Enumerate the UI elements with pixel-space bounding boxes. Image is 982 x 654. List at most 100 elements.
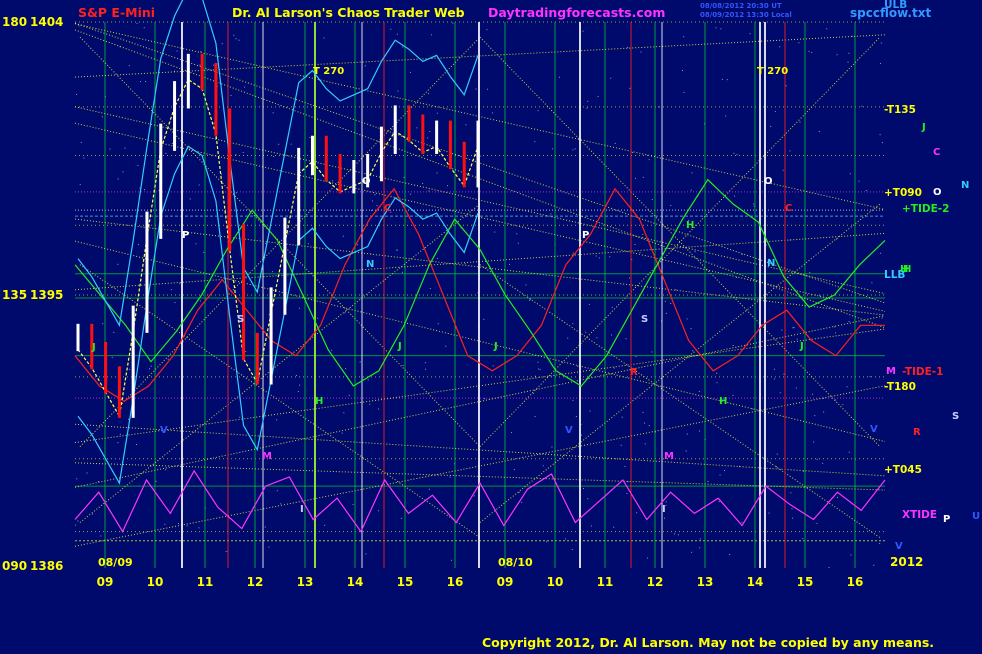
star-dot: [436, 258, 438, 260]
star-dot: [583, 487, 585, 489]
star-dot: [225, 551, 227, 553]
star-dot: [446, 185, 448, 187]
star-dot: [781, 329, 783, 331]
chart-marker: N: [366, 259, 374, 270]
star-dot: [785, 85, 787, 87]
star-dot: [290, 143, 292, 145]
star-dot: [699, 538, 701, 540]
star-dot: [790, 492, 792, 494]
star-dot: [136, 22, 138, 24]
star-dot: [513, 469, 515, 471]
star-dot: [639, 251, 641, 253]
star-dot: [685, 450, 687, 452]
star-dot: [78, 25, 80, 27]
star-dot: [83, 157, 85, 159]
x-date-label: 08/09: [98, 556, 133, 569]
star-dot: [137, 244, 139, 246]
star-dot: [238, 39, 240, 41]
star-dot: [450, 559, 452, 561]
star-dot: [753, 203, 755, 205]
star-dot: [374, 194, 376, 196]
star-dot: [486, 29, 488, 31]
star-dot: [332, 180, 334, 182]
chart-marker: H: [686, 220, 694, 231]
star-dot: [716, 382, 718, 384]
star-dot: [165, 152, 167, 154]
star-dot: [449, 476, 451, 478]
star-dot: [429, 287, 431, 289]
star-dot: [871, 282, 873, 284]
star-dot: [719, 474, 721, 476]
star-dot: [670, 303, 672, 305]
star-dot: [409, 71, 411, 73]
chart-marker: P: [582, 230, 589, 241]
star-dot: [309, 136, 311, 138]
star-dot: [298, 307, 300, 309]
star-dot: [611, 334, 613, 336]
star-dot: [879, 543, 881, 545]
planet-marker: V: [895, 541, 903, 552]
star-dot: [642, 411, 644, 413]
star-dot: [779, 392, 781, 394]
star-dot: [79, 183, 81, 185]
star-dot: [518, 491, 520, 493]
star-dot: [397, 90, 399, 92]
star-dot: [823, 411, 825, 413]
star-dot: [789, 150, 791, 152]
timestamp-ut: 08/08/2012 20:30 UT: [700, 2, 782, 10]
planet-marker: N: [961, 180, 969, 191]
star-dot: [331, 349, 333, 351]
x-hour-label: 10: [547, 575, 564, 589]
star-dot: [846, 386, 848, 388]
x-hour-label: 15: [397, 575, 414, 589]
star-dot: [297, 390, 299, 392]
star-dot: [642, 176, 644, 178]
chart-marker: H: [719, 396, 727, 407]
star-dot: [849, 173, 851, 175]
star-dot: [565, 538, 567, 540]
star-dot: [436, 112, 438, 114]
star-dot: [295, 375, 297, 377]
star-dot: [76, 93, 78, 95]
star-dot: [149, 368, 151, 370]
star-dot: [718, 501, 720, 503]
star-dot: [239, 416, 241, 418]
star-dot: [164, 469, 166, 471]
x-hour-label: 15: [797, 575, 814, 589]
star-dot: [664, 300, 666, 302]
x-hour-label: 16: [447, 575, 464, 589]
star-dot: [230, 94, 232, 96]
star-dot: [364, 65, 366, 67]
star-dot: [822, 462, 824, 464]
star-dot: [665, 501, 667, 503]
chart-marker: M: [664, 451, 674, 462]
star-dot: [268, 546, 270, 548]
star-dot: [768, 512, 770, 514]
star-dot: [155, 480, 157, 482]
star-dot: [137, 165, 139, 167]
star-dot: [873, 564, 875, 566]
star-dot: [792, 517, 794, 519]
star-dot: [640, 51, 642, 53]
planet-marker: J: [921, 122, 926, 133]
star-dot: [614, 142, 616, 144]
star-dot: [865, 190, 867, 192]
right-level-label: +TIDE-2: [902, 203, 949, 215]
star-dot: [642, 233, 644, 235]
star-dot: [733, 195, 735, 197]
star-dot: [732, 394, 734, 396]
star-dot: [729, 554, 731, 556]
star-dot: [369, 403, 371, 405]
star-dot: [692, 350, 694, 352]
star-dot: [278, 143, 280, 145]
site-url[interactable]: Daytradingforecasts.com: [488, 5, 665, 20]
star-dot: [609, 256, 611, 258]
star-dot: [111, 356, 113, 358]
star-dot: [365, 553, 367, 555]
star-dot: [276, 490, 278, 492]
star-dot: [657, 106, 659, 108]
star-dot: [436, 172, 438, 174]
star-dot: [673, 533, 675, 535]
chart-marker: S: [237, 314, 244, 325]
star-dot: [749, 33, 751, 35]
